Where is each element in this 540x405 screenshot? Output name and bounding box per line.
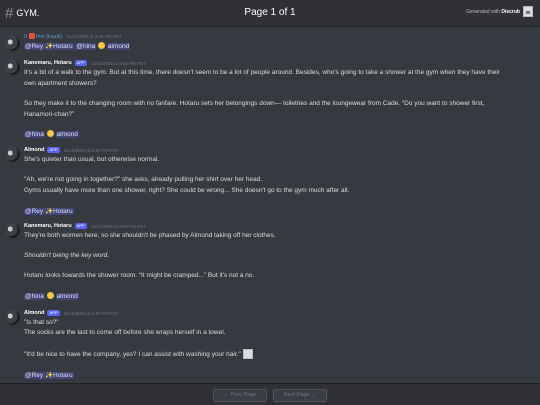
message-text: Hanamori-chan?”: [24, 111, 75, 118]
flag-icon: [28, 33, 35, 39]
message-list: II five (kazik) 11/16/2025 at 6:26 PM PS…: [0, 30, 540, 380]
face-emoji-icon: [46, 292, 54, 299]
author-name: Almond: [24, 147, 45, 153]
user-mention[interactable]: @hina: [24, 131, 45, 138]
message-text: "Is that so?": [24, 319, 59, 326]
app-badge: APP: [47, 310, 60, 316]
channel-header: # GYM. Page 1 of 1 Generated with Discru…: [0, 0, 540, 27]
message-header: Kanemaru, Hotaru APP 11/16/2025 at 6:59 …: [24, 223, 146, 229]
user-mention[interactable]: almond: [55, 131, 79, 138]
message-text: So they make it to the changing room wit…: [24, 100, 485, 107]
avatar: [5, 147, 20, 162]
user-mention[interactable]: @hina: [75, 43, 97, 50]
user-mention[interactable]: @Rey ✨Hotaru: [24, 372, 74, 379]
message-header: Kanemaru, Hotaru APP 11/16/2025 at 6:52 …: [24, 60, 146, 66]
timestamp: 11/16/2025 at 6:56 PM PST: [63, 147, 119, 153]
message-text: Gyms usually have more than one shower, …: [24, 187, 350, 194]
message-text: It's a bit of a walk to the gym. But at …: [24, 69, 500, 76]
avatar: [5, 310, 20, 325]
message-text: She's quieter than usual, but otherwise …: [24, 156, 160, 163]
generated-text: Generated with Discrub: [466, 8, 520, 15]
face-emoji-icon: [46, 130, 54, 137]
app-badge: APP: [74, 60, 87, 66]
message-text: Hotaru looks towards the shower room. “I…: [24, 272, 255, 279]
user-mention[interactable]: @Rey ✨Hotaru: [24, 43, 74, 50]
author-name: Kanemaru, Hotaru: [24, 223, 72, 229]
message-header: II five (kazik) 11/16/2025 at 6:26 PM PS…: [24, 33, 122, 40]
app-badge: APP: [74, 223, 87, 229]
message-text: @Rey ✨Hotaru @hina almond: [24, 42, 131, 50]
avatar: [5, 36, 20, 51]
timestamp: 11/16/2025 at 6:52 PM PST: [90, 60, 146, 66]
message-text: Shouldn't being the key word.: [24, 252, 110, 259]
timestamp: 11/16/2025 at 6:26 PM PST: [66, 34, 122, 39]
message-text: @hina almond: [24, 130, 79, 138]
message-text: own apartment showers?: [24, 80, 97, 87]
user-mention[interactable]: almond: [55, 293, 79, 300]
message-text: @Rey ✨Hotaru: [24, 371, 74, 379]
next-page-button[interactable]: Next Page →: [273, 389, 327, 402]
message-header: Almond APP 11/16/2025 at 6:59 PM PST: [24, 310, 119, 316]
channel-hash-icon: #: [5, 4, 14, 22]
avatar: [5, 223, 20, 238]
message-text: "Ah, we're not going in together?" she a…: [24, 176, 263, 183]
message-text: They're both women here, so she shouldn'…: [24, 232, 276, 239]
face-emoji-icon: [98, 42, 106, 49]
pagination-bar: ← Prev Page Next Page →: [0, 383, 540, 405]
app-badge: APP: [47, 147, 60, 153]
user-mention[interactable]: @Rey ✨Hotaru: [24, 208, 74, 215]
generated-with: Generated with Discrub: [466, 6, 533, 17]
message-header: Almond APP 11/16/2025 at 6:56 PM PST: [24, 147, 119, 153]
page-indicator: Page 1 of 1: [244, 7, 296, 18]
message-text: "It'd be nice to have the company, yes? …: [24, 349, 253, 359]
message-text: @hina almond: [24, 292, 79, 300]
channel-name: GYM.: [16, 8, 40, 18]
broken-image-icon: [523, 6, 533, 17]
message-text: @Rey ✨Hotaru: [24, 207, 74, 215]
broken-image-icon: [242, 349, 253, 359]
author-name: Almond: [24, 310, 45, 316]
generator-brand: Discrub: [501, 8, 520, 15]
prev-page-button[interactable]: ← Prev Page: [213, 389, 267, 402]
timestamp: 11/16/2025 at 6:59 PM PST: [63, 310, 119, 316]
timestamp: 11/16/2025 at 6:59 PM PST: [90, 223, 146, 229]
author-name: II five (kazik): [24, 33, 63, 40]
message-text: The socks are the last to come off befor…: [24, 329, 226, 336]
avatar: [5, 60, 20, 75]
user-mention[interactable]: almond: [106, 43, 131, 50]
user-mention[interactable]: @hina: [24, 293, 45, 300]
author-name: Kanemaru, Hotaru: [24, 60, 72, 66]
